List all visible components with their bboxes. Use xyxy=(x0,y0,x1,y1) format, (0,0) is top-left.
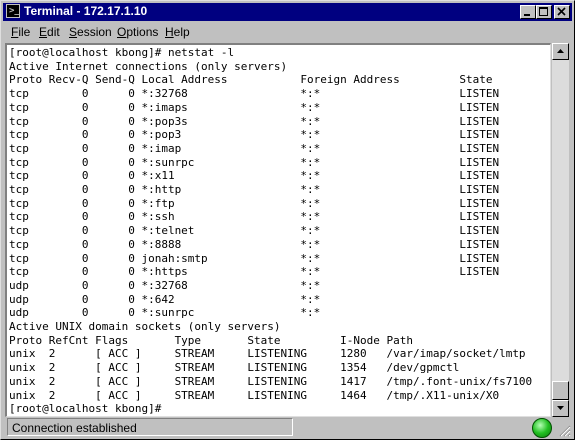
menu-options-rest: ptions xyxy=(126,25,159,39)
terminal-line: tcp 0 0 *:http *:* LISTEN xyxy=(9,183,500,197)
terminal-line: tcp 0 0 *:telnet *:* LISTEN xyxy=(9,224,500,238)
terminal-line: tcp 0 0 *:x11 *:* LISTEN xyxy=(9,169,500,183)
terminal-line: unix 2 [ ACC ] STREAM LISTENING 1464 /tm… xyxy=(9,388,500,402)
menu-file-rest: ile xyxy=(18,25,31,39)
terminal-line: Active UNIX domain sockets (only servers… xyxy=(9,320,281,334)
terminal-line: udp 0 0 *:642 *:* xyxy=(9,292,321,306)
arrow-down-icon xyxy=(557,406,564,410)
menu-session[interactable]: Session xyxy=(69,25,112,39)
vertical-scrollbar[interactable] xyxy=(552,43,569,417)
terminal-line: Active Internet connections (only server… xyxy=(9,59,288,73)
minimize-button[interactable] xyxy=(520,5,536,19)
maximize-button[interactable] xyxy=(536,5,552,19)
window-title: Terminal - 172.17.1.10 xyxy=(24,4,148,18)
terminal-line: tcp 0 0 *:8888 *:* LISTEN xyxy=(9,237,500,251)
menu-help-rest: elp xyxy=(173,25,190,39)
terminal-line: tcp 0 0 *:pop3s *:* LISTEN xyxy=(9,114,500,128)
scroll-down-button[interactable] xyxy=(552,400,569,417)
close-icon xyxy=(557,7,566,16)
terminal-line: tcp 0 0 *:https *:* LISTEN xyxy=(9,265,500,279)
maximize-icon xyxy=(539,7,548,16)
terminal-line: tcp 0 0 *:ftp *:* LISTEN xyxy=(9,196,500,210)
terminal-icon[interactable]: >_ xyxy=(6,4,20,18)
terminal-line: tcp 0 0 *:32768 *:* LISTEN xyxy=(9,87,500,101)
terminal-line: unix 2 [ ACC ] STREAM LISTENING 1280 /va… xyxy=(9,347,526,361)
terminal-line: tcp 0 0 *:imaps *:* LISTEN xyxy=(9,100,500,114)
scroll-thumb[interactable] xyxy=(552,381,569,400)
terminal-line: tcp 0 0 *:sunrpc *:* LISTEN xyxy=(9,155,500,169)
menu-edit[interactable]: Edit xyxy=(39,25,60,39)
terminal-line: udp 0 0 *:sunrpc *:* xyxy=(9,306,321,320)
terminal-line: Proto RefCnt Flags Type State I-Node Pat… xyxy=(9,333,413,347)
terminal-line: unix 2 [ ACC ] STREAM LISTENING 1354 /de… xyxy=(9,361,460,375)
menu-options[interactable]: Options xyxy=(117,25,158,39)
title-bar[interactable]: >_ Terminal - 172.17.1.10 xyxy=(3,3,572,21)
menu-edit-rest: dit xyxy=(47,25,60,39)
terminal-line: [root@localhost kbong]# xyxy=(9,402,168,416)
terminal-line: tcp 0 0 *:pop3 *:* LISTEN xyxy=(9,128,500,142)
terminal-line: udp 0 0 *:32768 *:* xyxy=(9,278,321,292)
menu-session-rest: ession xyxy=(77,25,112,39)
menu-file[interactable]: File xyxy=(11,25,30,39)
scroll-up-button[interactable] xyxy=(552,43,569,60)
menu-help[interactable]: Help xyxy=(165,25,190,39)
terminal-line: tcp 0 0 jonah:smtp *:* LISTEN xyxy=(9,251,500,265)
connection-indicator-icon xyxy=(532,418,552,438)
terminal-line: tcp 0 0 *:imap *:* LISTEN xyxy=(9,141,500,155)
terminal-line: unix 2 [ ACC ] STREAM LISTENING 1417 /tm… xyxy=(9,374,533,388)
terminal-line: Proto Recv-Q Send-Q Local Address Foreig… xyxy=(9,73,493,87)
arrow-up-icon xyxy=(557,49,564,53)
status-bar: Connection established xyxy=(5,417,571,439)
terminal-window: >_ Terminal - 172.17.1.10 File Edit Sess… xyxy=(0,0,575,440)
menu-bar: File Edit Session Options Help xyxy=(3,22,572,41)
terminal-line: [root@localhost kbong]# netstat -l xyxy=(9,46,235,59)
status-text: Connection established xyxy=(7,418,293,436)
minimize-icon xyxy=(524,14,530,16)
terminal-text: [root@localhost kbong]# netstat -l Activ… xyxy=(7,45,550,416)
close-button[interactable] xyxy=(554,5,570,19)
terminal-line: tcp 0 0 *:ssh *:* LISTEN xyxy=(9,210,500,224)
resize-grip-icon[interactable] xyxy=(559,425,571,437)
terminal-output[interactable]: [root@localhost kbong]# netstat -l Activ… xyxy=(5,43,551,417)
